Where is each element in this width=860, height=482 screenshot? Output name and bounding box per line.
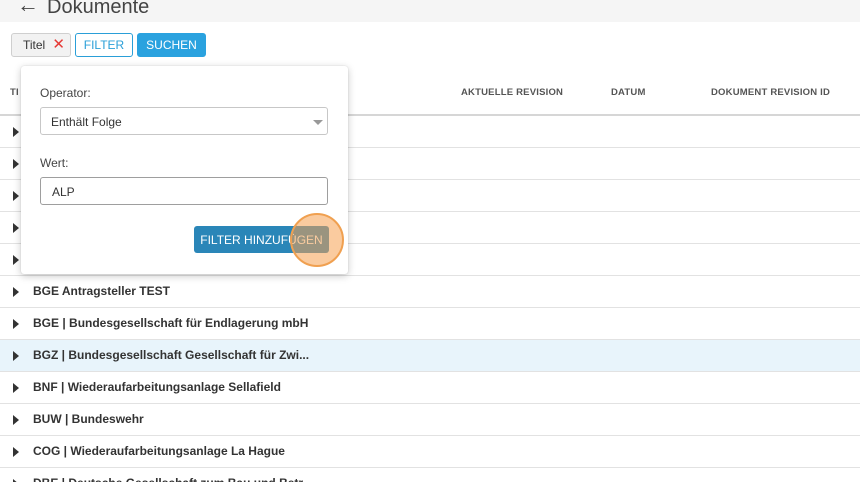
- expand-caret-icon[interactable]: [13, 191, 19, 201]
- arrow-left-icon[interactable]: ←: [17, 0, 39, 16]
- table-row[interactable]: DBE | Deutsche Gesellschaft zum Bau und …: [0, 468, 860, 482]
- table-row[interactable]: BGZ | Bundesgesellschaft Gesellschaft fü…: [0, 340, 860, 372]
- row-label: DBE | Deutsche Gesellschaft zum Bau und …: [33, 476, 312, 482]
- filter-chip-label: Titel: [23, 38, 46, 52]
- table-row[interactable]: COG | Wiederaufarbeitungsanlage La Hague: [0, 436, 860, 468]
- row-label: BGE | Bundesgesellschaft für Endlagerung…: [33, 316, 309, 330]
- column-header-aktuelle-revision[interactable]: AKTUELLE REVISION: [461, 87, 563, 98]
- value-input[interactable]: ALP: [40, 177, 328, 205]
- row-label: BGZ | Bundesgesellschaft Gesellschaft fü…: [33, 348, 310, 362]
- expand-caret-icon[interactable]: [13, 127, 19, 137]
- table-row[interactable]: BGE Antragsteller TEST: [0, 276, 860, 308]
- close-icon[interactable]: ✕: [52, 36, 65, 54]
- expand-caret-icon[interactable]: [13, 287, 19, 297]
- row-label: COG | Wiederaufarbeitungsanlage La Hague: [33, 444, 285, 458]
- chevron-down-icon: [313, 120, 323, 125]
- column-header-dokument-revision-id[interactable]: DOKUMENT REVISION ID: [711, 87, 830, 98]
- operator-select[interactable]: Enthält Folge: [40, 107, 328, 135]
- page-header: ← Dokumente: [0, 0, 860, 22]
- click-indicator: [290, 213, 344, 267]
- row-label: BUW | Bundeswehr: [33, 412, 144, 426]
- operator-label: Operator:: [40, 86, 91, 100]
- expand-caret-icon[interactable]: [13, 447, 19, 457]
- row-label: BGE Antragsteller TEST: [33, 284, 170, 298]
- table-row[interactable]: BNF | Wiederaufarbeitungsanlage Sellafie…: [0, 372, 860, 404]
- expand-caret-icon[interactable]: [13, 255, 19, 265]
- search-button[interactable]: SUCHEN: [137, 33, 206, 57]
- row-label: BNF | Wiederaufarbeitungsanlage Sellafie…: [33, 380, 281, 394]
- expand-caret-icon[interactable]: [13, 159, 19, 169]
- table-row[interactable]: BGE | Bundesgesellschaft für Endlagerung…: [0, 308, 860, 340]
- expand-caret-icon[interactable]: [13, 383, 19, 393]
- filter-chip-title[interactable]: Titel ✕: [11, 33, 71, 57]
- table-row[interactable]: BUW | Bundeswehr: [0, 404, 860, 436]
- expand-caret-icon[interactable]: [13, 415, 19, 425]
- expand-caret-icon[interactable]: [13, 351, 19, 361]
- filter-button[interactable]: FILTER: [75, 33, 133, 57]
- column-header-titel[interactable]: TI: [10, 87, 19, 98]
- expand-caret-icon[interactable]: [13, 223, 19, 233]
- operator-select-value: Enthält Folge: [51, 115, 122, 129]
- expand-caret-icon[interactable]: [13, 319, 19, 329]
- value-label: Wert:: [40, 156, 69, 170]
- page-title: Dokumente: [47, 0, 150, 18]
- column-header-datum[interactable]: DATUM: [611, 87, 646, 98]
- value-input-text: ALP: [52, 185, 75, 199]
